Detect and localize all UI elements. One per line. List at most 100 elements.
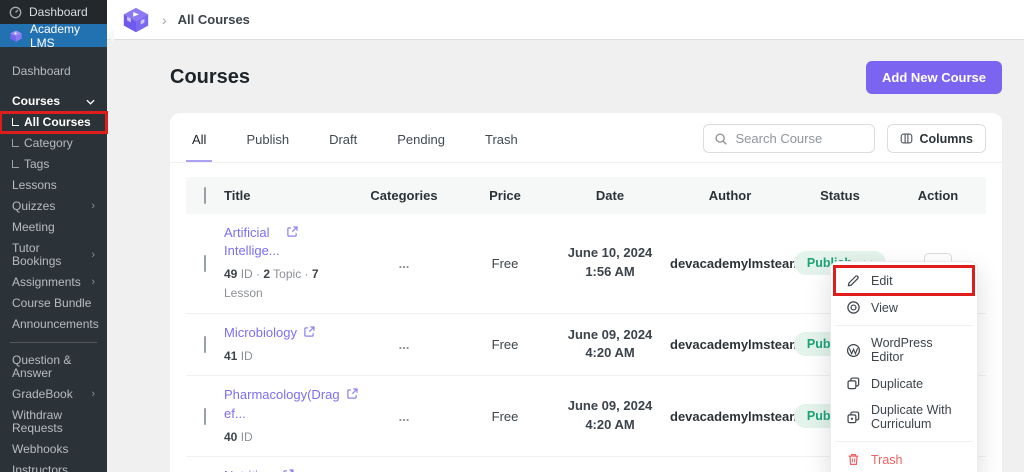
row-checkbox[interactable]: [204, 408, 206, 425]
search-input[interactable]: [736, 131, 864, 146]
submenu-item-lessons[interactable]: Lessons: [0, 175, 107, 196]
author-cell: devacademylmsteam: [670, 256, 790, 271]
submenu-item-courses[interactable]: Courses: [0, 91, 107, 112]
categories-cell: ...: [348, 409, 460, 424]
sidebar-item-wp-dashboard[interactable]: Dashboard: [0, 0, 107, 24]
date-cell: June 09, 20244:20 AM: [550, 397, 670, 435]
wp-admin-sidebar: Dashboard Academy LMS Dashboard Courses …: [0, 0, 107, 472]
breadcrumb-separator-icon: ›: [162, 12, 167, 28]
submenu-item-meeting[interactable]: Meeting: [0, 217, 107, 238]
submenu-item-category[interactable]: Category: [0, 133, 107, 154]
column-header-categories: Categories: [348, 188, 460, 203]
chevron-right-icon: ›: [91, 276, 95, 289]
tab-pending[interactable]: Pending: [391, 122, 451, 162]
chevron-right-icon: ›: [91, 200, 95, 213]
academy-cube-icon: [9, 29, 23, 43]
author-cell: devacademylmsteam: [670, 337, 790, 352]
price-cell: Free: [460, 409, 550, 424]
external-link-icon[interactable]: [303, 325, 316, 338]
submenu-item-quizzes[interactable]: Quizzes›: [0, 196, 107, 217]
column-header-author: Author: [670, 188, 790, 203]
submenu-item-withdraw-requests[interactable]: Withdraw Requests: [0, 405, 107, 439]
course-title-link[interactable]: Nutrition,: [224, 467, 276, 472]
submenu-item-instructors[interactable]: Instructors: [0, 460, 107, 472]
date-cell: June 09, 20244:20 AM: [550, 326, 670, 364]
course-title-link[interactable]: Microbiology: [224, 324, 297, 342]
date-cell: June 10, 20241:56 AM: [550, 244, 670, 282]
page-title: Courses: [170, 66, 250, 89]
academy-lms-logo-icon[interactable]: [121, 5, 151, 35]
add-new-course-button[interactable]: Add New Course: [866, 61, 1002, 94]
row-checkbox[interactable]: [204, 255, 206, 272]
search-icon: [714, 132, 728, 146]
column-header-title: Title: [224, 188, 348, 203]
chevron-right-icon: ›: [91, 388, 95, 401]
sub-level-icon: [12, 160, 19, 168]
submenu-item-course-bundle[interactable]: Course Bundle: [0, 293, 107, 314]
course-meta: 49 ID · 2 Topic · 7 Lesson: [224, 265, 348, 302]
duplicate-curriculum-icon: [846, 410, 861, 425]
sub-level-icon: [12, 139, 19, 147]
wordpress-icon: [846, 343, 861, 358]
submenu-item-all-courses[interactable]: All Courses: [0, 112, 107, 133]
submenu-item-tutor-bookings[interactable]: Tutor Bookings›: [0, 238, 107, 272]
tab-all[interactable]: All: [186, 122, 212, 162]
tab-publish[interactable]: Publish: [240, 122, 295, 162]
column-header-status: Status: [790, 188, 890, 203]
menu-divider: [835, 325, 973, 326]
pencil-icon: [846, 273, 861, 288]
external-link-icon[interactable]: [286, 225, 299, 238]
tab-trash[interactable]: Trash: [479, 122, 524, 162]
column-header-date: Date: [550, 188, 670, 203]
tab-draft[interactable]: Draft: [323, 122, 363, 162]
price-cell: Free: [460, 256, 550, 271]
menu-item-duplicate-with-curriculum[interactable]: Duplicate With Curriculum: [835, 397, 973, 437]
card-header: All Publish Draft Pending Trash: [170, 113, 1002, 163]
external-link-icon[interactable]: [282, 468, 295, 472]
column-header-action: Action: [890, 188, 986, 203]
row-checkbox[interactable]: [204, 336, 206, 353]
trash-icon: [846, 452, 861, 467]
categories-cell: ...: [348, 337, 460, 352]
search-box[interactable]: [703, 124, 875, 153]
sub-level-icon: [12, 118, 19, 126]
menu-item-edit[interactable]: Edit: [835, 267, 973, 294]
column-header-price: Price: [460, 188, 550, 203]
submenu-item-assignments[interactable]: Assignments›: [0, 272, 107, 293]
breadcrumb-bar: › All Courses: [107, 0, 1024, 40]
select-all-checkbox[interactable]: [204, 187, 206, 204]
submenu-item-gradebook[interactable]: GradeBook›: [0, 384, 107, 405]
academy-lms-all-courses-page: Dashboard Academy LMS Dashboard Courses …: [0, 0, 1024, 472]
external-link-icon[interactable]: [346, 387, 359, 400]
menu-item-duplicate[interactable]: Duplicate: [835, 370, 973, 397]
current-menu-arrow: [100, 29, 114, 43]
submenu-item-dashboard[interactable]: Dashboard: [0, 61, 107, 82]
categories-cell: ...: [348, 256, 460, 271]
author-cell: devacademylmsteam: [670, 409, 790, 424]
columns-button[interactable]: Columns: [887, 124, 986, 153]
table-toolbar: Columns: [703, 124, 986, 153]
view-icon: [846, 300, 861, 315]
chevron-down-icon: [86, 99, 95, 105]
course-title-link[interactable]: Pharmacology(Drag ef...: [224, 386, 340, 422]
menu-item-wordpress-editor[interactable]: WordPress Editor: [835, 330, 973, 370]
columns-icon: [900, 132, 913, 145]
submenu-item-webhooks[interactable]: Webhooks: [0, 439, 107, 460]
breadcrumb: All Courses: [178, 12, 250, 27]
duplicate-icon: [846, 376, 861, 391]
submenu-item-tags[interactable]: Tags: [0, 154, 107, 175]
submenu-divider: [10, 342, 97, 343]
menu-divider: [835, 441, 973, 442]
page-header: Courses Add New Course: [170, 61, 1002, 94]
menu-item-trash[interactable]: Trash: [835, 446, 973, 472]
row-actions-menu: Edit View WordPress Editor Duplicate Du: [830, 261, 978, 472]
status-tabs: All Publish Draft Pending Trash: [186, 122, 524, 162]
table-header-row: Title Categories Price Date Author Statu…: [186, 177, 986, 214]
menu-item-view[interactable]: View: [835, 294, 973, 321]
course-meta: 40 ID: [224, 428, 348, 447]
sidebar-item-label: Dashboard: [29, 5, 88, 19]
course-title-link[interactable]: Artificial Intellige...: [224, 224, 280, 260]
submenu-item-announcements[interactable]: Announcements: [0, 314, 107, 335]
sidebar-item-academy-lms[interactable]: Academy LMS: [0, 24, 107, 47]
submenu-item-question-answer[interactable]: Question & Answer: [0, 350, 107, 384]
